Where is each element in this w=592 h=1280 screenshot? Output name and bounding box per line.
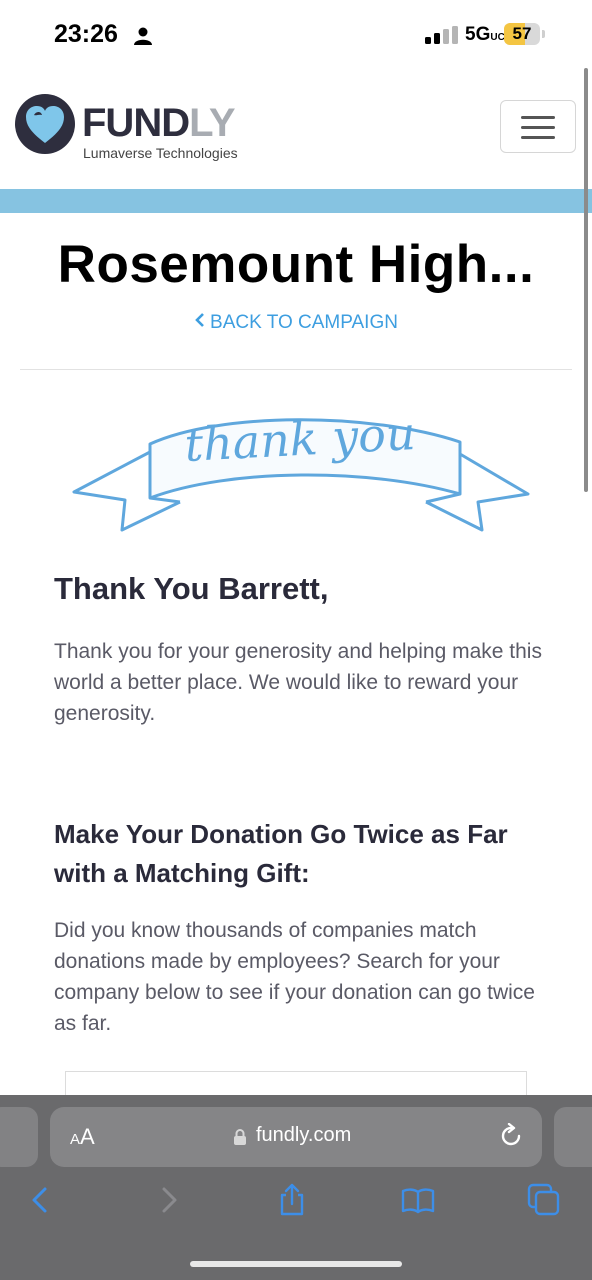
fundly-logo-icon[interactable] [14,93,76,155]
person-icon [134,27,152,45]
status-time: 23:26 [54,20,118,48]
matching-gift-description: Did you know thousands of companies matc… [54,919,535,1035]
divider [20,369,572,370]
next-tab-preview[interactable] [554,1107,592,1167]
forward-icon[interactable] [151,1183,185,1217]
home-indicator[interactable] [190,1261,402,1267]
cellular-signal-icon [425,26,458,44]
share-icon[interactable] [275,1183,309,1217]
battery-percent: 57 [512,24,532,43]
lock-icon [234,1129,246,1145]
chevron-left-icon [195,313,204,327]
brand-wordmark[interactable]: FUNDLY [82,101,236,146]
url-text[interactable]: fundly.com [256,1124,351,1147]
bookmarks-icon[interactable] [401,1183,435,1217]
previous-tab-preview[interactable] [0,1107,38,1167]
tabs-icon[interactable] [527,1183,561,1217]
text-size-button[interactable]: AAAA [70,1124,95,1150]
back-icon[interactable] [24,1183,58,1217]
matching-gift-heading: Make Your Donation Go Twice as Far with … [54,819,508,888]
reload-icon[interactable] [498,1123,524,1149]
campaign-title: Rosemount High... [57,235,535,294]
header-band [0,189,592,213]
back-to-campaign-link[interactable]: BACK TO CAMPAIGN [0,312,592,334]
network-type: 5GUC [465,24,505,45]
thanks-message: Thank you for your generosity and helpin… [54,640,542,725]
thanks-heading: Thank You Barrett, [54,571,329,606]
battery-icon: 57 [504,23,546,47]
hamburger-menu-button[interactable] [500,100,576,153]
brand-subtitle: Lumaverse Technologies [83,145,238,161]
scrollbar[interactable] [584,68,588,492]
